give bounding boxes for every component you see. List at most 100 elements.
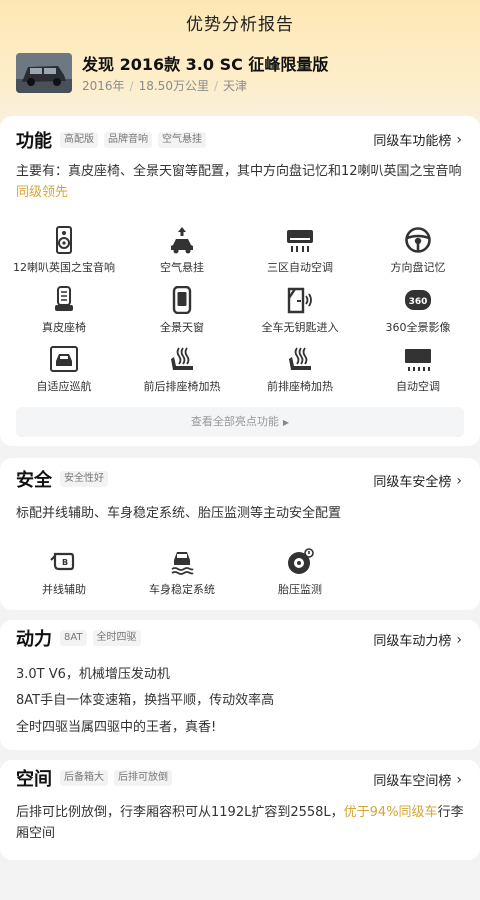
safety-rank-link[interactable]: 同级车安全榜 › [373, 471, 462, 491]
feature-label: 前后排座椅加热 [143, 380, 221, 393]
features-description: 主要有：真皮座椅、全景天窗等配置，其中方向盘记忆和12喇叭英国之宝音响同级领先 [16, 161, 464, 203]
seat-heating-icon [171, 347, 193, 370]
feature-label: 三区自动空调 [267, 261, 333, 274]
feature-item[interactable]: 360 360全景影像 [358, 286, 478, 335]
features-rank-link[interactable]: 同级车功能榜 › [373, 130, 462, 150]
features-tag: 空气悬挂 [158, 132, 206, 148]
power-header: 动力 8AT 全时四驱 [16, 620, 141, 656]
safety-rank-label: 同级车安全榜 [373, 475, 452, 490]
feature-label: 自适应巡航 [36, 380, 92, 393]
feature-item[interactable]: 真皮座椅 [4, 286, 124, 335]
svg-text:360: 360 [409, 297, 428, 307]
feature-item[interactable]: 三区自动空调 [240, 226, 360, 275]
space-rank-link[interactable]: 同级车空间榜 › [373, 770, 462, 790]
features-header: 功能 高配版 品牌音响 空气悬挂 [16, 122, 206, 158]
power-line: 全时四驱当属四驱中的王者，真香! [16, 720, 217, 735]
feature-item[interactable]: 全景天窗 [122, 286, 242, 335]
adaptive-cruise-icon [50, 346, 78, 372]
feature-item[interactable]: 12喇叭英国之宝音响 [4, 226, 124, 275]
feature-label: 空气悬挂 [160, 261, 204, 274]
tire-pressure-icon [288, 548, 314, 574]
feature-label: 全景天窗 [160, 321, 204, 334]
power-line: 3.0T V6，机械增压发动机 [16, 667, 170, 682]
power-rank-label: 同级车动力榜 [373, 634, 452, 649]
car-meta: 2016年 / 18.50万公里 / 天津 [82, 77, 247, 94]
power-title: 动力 [16, 629, 52, 650]
power-rank-link[interactable]: 同级车动力榜 › [373, 630, 462, 650]
safety-label: 车身稳定系统 [149, 583, 215, 596]
chevron-right-icon: › [456, 771, 462, 788]
stability-icon [171, 552, 194, 575]
ac-unit-icon [287, 230, 313, 252]
power-line: 8AT手自一体变速箱，换挡平顺，传动效率高 [16, 693, 275, 708]
feature-item[interactable]: 自动空调 [358, 345, 478, 394]
feature-label: 前排座椅加热 [267, 380, 333, 393]
space-desc-text: 后排可比例放倒，行李厢容积可从1192L扩容到2558L， [16, 805, 344, 820]
speaker-icon [56, 226, 72, 254]
power-card: 动力 8AT 全时四驱 同级车动力榜 › 3.0T V6，机械增压发动机 8AT手… [0, 620, 480, 750]
chevron-right-icon: › [456, 472, 462, 489]
steering-wheel-icon [405, 227, 431, 253]
features-desc-text: 主要有：真皮座椅、全景天窗等配置，其中方向盘记忆和12喇叭英国之宝音响 [16, 164, 462, 179]
features-tag: 高配版 [60, 132, 98, 148]
space-rank-label: 同级车空间榜 [373, 774, 452, 789]
space-tag: 后排可放倒 [114, 770, 172, 786]
car-year: 2016年 [82, 79, 125, 93]
feature-item[interactable]: 前后排座椅加热 [122, 345, 242, 394]
safety-tag: 安全性好 [60, 471, 108, 487]
chevron-right-icon: › [456, 631, 462, 648]
sunroof-icon [172, 286, 192, 314]
feature-label: 方向盘记忆 [390, 261, 446, 274]
space-title: 空间 [16, 769, 52, 790]
feature-item[interactable]: 前排座椅加热 [240, 345, 360, 394]
chevron-right-icon: › [456, 131, 462, 148]
features-desc-highlight: 同级领先 [16, 185, 69, 200]
space-card: 空间 后备箱大 后排可放倒 同级车空间榜 › 后排可比例放倒，行李厢容积可从119… [0, 760, 480, 860]
features-card: 功能 高配版 品牌音响 空气悬挂 同级车功能榜 › 主要有：真皮座椅、全景天窗等配… [0, 116, 480, 446]
view-all-features-button[interactable]: 查看全部亮点功能 ▶ [16, 407, 464, 437]
safety-label: 并线辅助 [42, 583, 86, 596]
safety-header: 安全 安全性好 [16, 461, 108, 497]
feature-item[interactable]: 空气悬挂 [122, 226, 242, 275]
space-desc-highlight: 优于94%同级车 [343, 805, 438, 820]
feature-item[interactable]: 方向盘记忆 [358, 226, 478, 275]
feature-item[interactable]: 全车无钥匙进入 [240, 286, 360, 335]
svg-text:B: B [62, 558, 68, 567]
safety-item[interactable]: B 并线辅助 [4, 548, 124, 597]
seat-icon [55, 286, 73, 311]
safety-item[interactable]: 车身稳定系统 [122, 548, 242, 597]
feature-label: 自动空调 [396, 380, 440, 393]
feature-label: 12喇叭英国之宝音响 [13, 261, 115, 274]
safety-title: 安全 [16, 470, 52, 491]
power-tag: 全时四驱 [92, 630, 141, 646]
meta-separator: / [129, 79, 134, 93]
car-mileage: 18.50万公里 [138, 79, 209, 93]
car-city: 天津 [223, 79, 248, 93]
triangle-right-icon: ▶ [282, 418, 290, 427]
space-tag: 后备箱大 [60, 770, 108, 786]
safety-description: 标配并线辅助、车身稳定系统、胎压监测等主动安全配置 [16, 506, 342, 521]
space-description: 后排可比例放倒，行李厢容积可从1192L扩容到2558L，优于94%同级车行李厢… [16, 802, 464, 844]
page-title: 优势分析报告 [186, 15, 294, 35]
meta-separator: / [213, 79, 218, 93]
features-rank-label: 同级车功能榜 [373, 134, 452, 149]
car-name: 发现 2016款 3.0 SC 征峰限量版 [82, 55, 329, 74]
camera-360-icon: 360 [405, 290, 431, 310]
safety-item[interactable]: 胎压监测 [240, 548, 360, 597]
feature-label: 真皮座椅 [42, 321, 86, 334]
auto-ac-icon [405, 349, 431, 371]
features-title: 功能 [16, 131, 52, 152]
keyless-entry-icon [287, 287, 312, 314]
car-thumbnail[interactable] [16, 53, 72, 93]
safety-card: 安全 安全性好 同级车安全榜 › 标配并线辅助、车身稳定系统、胎压监测等主动安全配… [0, 458, 480, 610]
feature-label: 全车无钥匙进入 [261, 321, 339, 334]
features-tag: 品牌音响 [104, 132, 152, 148]
space-header: 空间 后备箱大 后排可放倒 [16, 760, 172, 796]
safety-label: 胎压监测 [278, 583, 322, 596]
view-all-label: 查看全部亮点功能 [190, 415, 279, 428]
seat-heating-icon [289, 347, 311, 370]
air-suspension-icon [171, 227, 193, 254]
feature-item[interactable]: 自适应巡航 [4, 345, 124, 394]
lane-assist-icon: B [50, 552, 75, 571]
feature-label: 360全景影像 [385, 321, 451, 334]
